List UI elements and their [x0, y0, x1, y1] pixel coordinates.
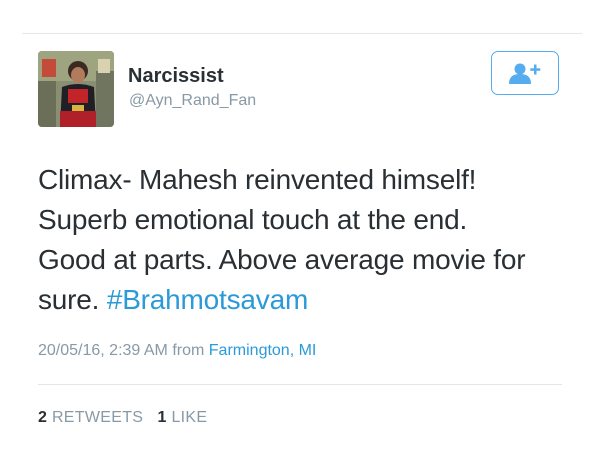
retweets-label: RETWEETS: [51, 409, 144, 426]
retweets-stat[interactable]: 2 RETWEETS: [38, 409, 143, 426]
user-handle[interactable]: @Ayn_Rand_Fan: [129, 92, 256, 110]
avatar[interactable]: [38, 51, 114, 127]
display-name[interactable]: Narcissist: [128, 65, 224, 88]
timestamp[interactable]: 20/05/16, 2:39 AM: [38, 342, 168, 359]
tweet-line-last: sure. #Brahmotsavam: [38, 280, 578, 320]
add-user-icon: [509, 63, 541, 84]
likes-stat[interactable]: 1 LIKE: [158, 409, 208, 426]
profile-photo: [38, 51, 114, 127]
tweet-line: Superb emotional touch at the end.: [38, 204, 468, 235]
stats-divider: [38, 384, 562, 385]
hashtag-link[interactable]: #Brahmotsavam: [107, 284, 308, 315]
tweet-card: Narcissist @Ayn_Rand_Fan Climax- Mahesh …: [0, 0, 600, 450]
likes-label: LIKE: [171, 409, 208, 426]
tweet-line: Good at parts. Above average movie for: [38, 244, 526, 275]
location-link[interactable]: Farmington, MI: [209, 342, 317, 359]
tweet-text: Climax- Mahesh reinvented himself! Super…: [38, 160, 578, 320]
tweet-line-text: sure.: [38, 284, 107, 315]
tweet-meta: 20/05/16, 2:39 AM from Farmington, MI: [38, 342, 316, 360]
likes-count: 1: [157, 409, 167, 426]
tweet-line: Climax- Mahesh reinvented himself!: [38, 164, 477, 195]
from-label: from: [172, 342, 205, 359]
top-divider: [22, 33, 582, 34]
retweets-count: 2: [38, 409, 48, 426]
tweet-stats: 2 RETWEETS 1 LIKE: [38, 409, 207, 427]
follow-button[interactable]: [491, 51, 559, 95]
